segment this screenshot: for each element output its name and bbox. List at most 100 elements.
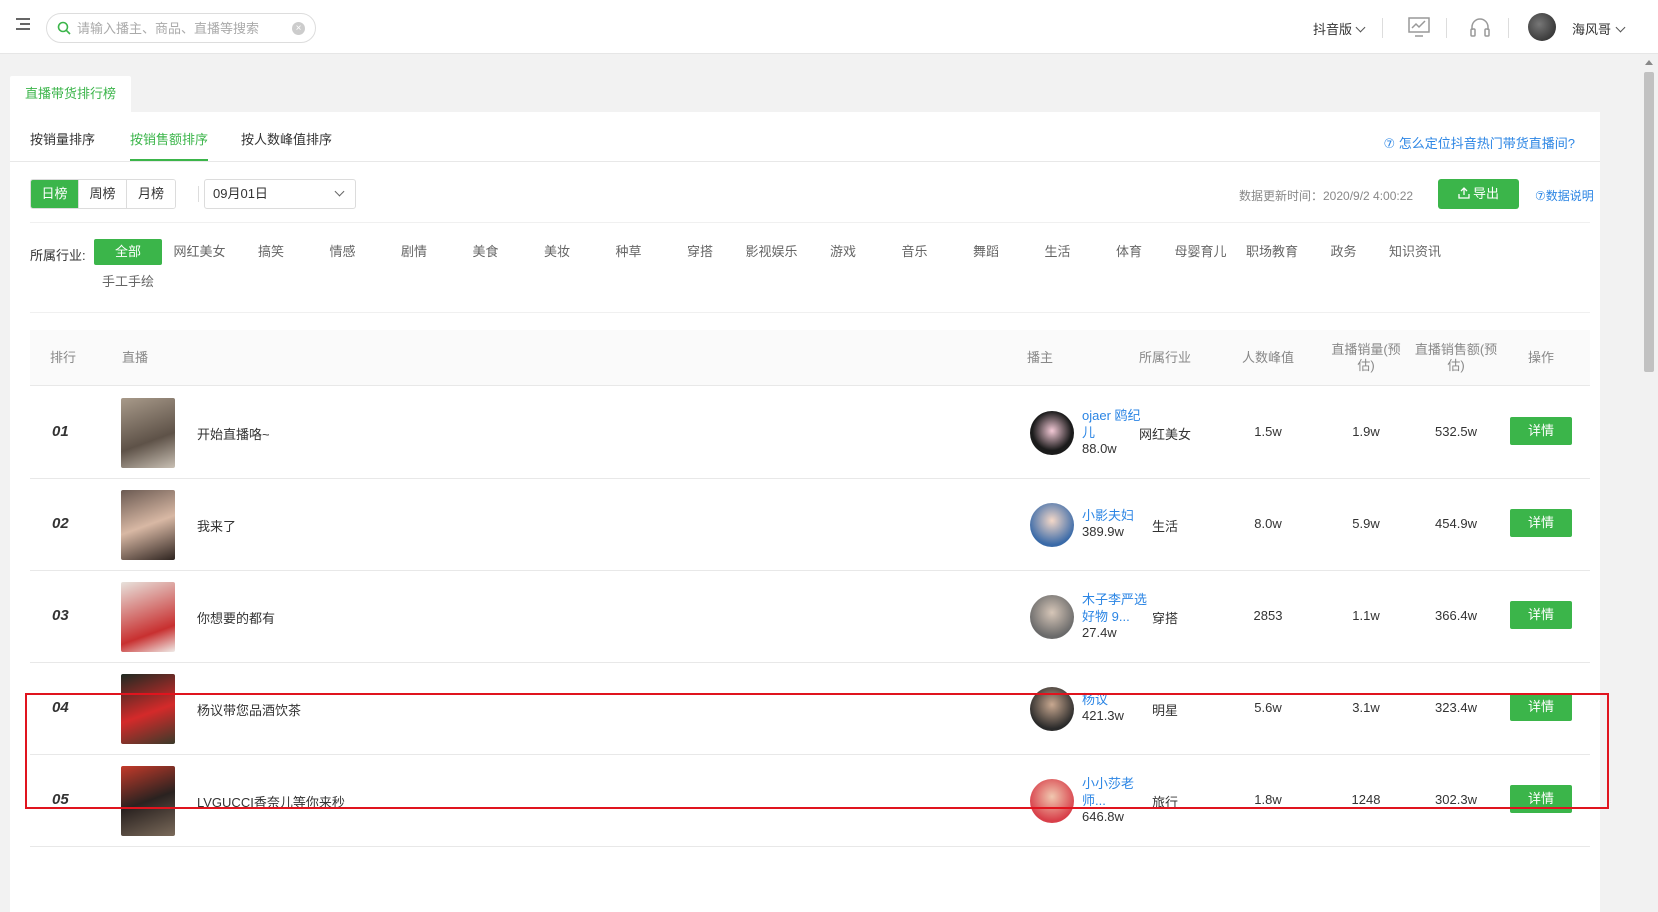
industry-cell: 生活	[1151, 519, 1178, 534]
industry-chip[interactable]: 音乐	[881, 239, 949, 265]
divider	[1382, 18, 1383, 38]
sales-volume-cell: 3.1w	[1352, 700, 1380, 715]
industry-chip[interactable]: 全部	[94, 239, 162, 265]
host-avatar[interactable]	[1030, 779, 1074, 823]
industry-chip[interactable]: 职场教育	[1238, 239, 1306, 265]
sort-tabs: 按销量排序 按销售额排序 按人数峰值排序 ⑦ 怎么定位抖音热门带货直播间?	[10, 112, 1600, 162]
table-row: 03 你想要的都有 木子李严选好物 9... 27.4w 穿搭 2853 1.1w 366.4…	[30, 571, 1590, 663]
date-select[interactable]: 09月01日	[204, 179, 356, 209]
live-thumbnail[interactable]	[121, 582, 175, 652]
host-fans: 421.3w	[1082, 708, 1124, 723]
live-title[interactable]: 开始直播咯~	[197, 424, 270, 443]
version-label: 抖音版	[1313, 22, 1353, 37]
industry-chip[interactable]: 政务	[1310, 239, 1378, 265]
divider	[30, 312, 1590, 313]
industry-chip[interactable]: 美妆	[523, 239, 591, 265]
peak-cell: 8.0w	[1254, 516, 1282, 531]
industry-chip[interactable]: 影视娱乐	[738, 239, 806, 265]
tab-sort-by-peak[interactable]: 按人数峰值排序	[241, 129, 332, 148]
sales-amount-cell: 366.4w	[1435, 608, 1477, 623]
host-fans: 88.0w	[1082, 441, 1117, 456]
live-title[interactable]: 我来了	[197, 516, 236, 535]
search-icon	[57, 21, 71, 35]
help-link[interactable]: ⑦ 怎么定位抖音热门带货直播间?	[1384, 133, 1576, 152]
detail-button[interactable]: 详情	[1510, 785, 1572, 813]
detail-button[interactable]: 详情	[1510, 509, 1572, 537]
divider	[198, 186, 199, 202]
live-title[interactable]: 你想要的都有	[197, 608, 275, 627]
rank-number: 05	[52, 791, 69, 808]
industry-chip[interactable]: 搞笑	[237, 239, 305, 265]
scroll-up-arrow-icon[interactable]	[1645, 60, 1653, 65]
industry-chip[interactable]: 手工手绘	[94, 269, 162, 295]
host-avatar[interactable]	[1030, 411, 1074, 455]
version-dropdown[interactable]: 抖音版	[1313, 19, 1366, 38]
detail-button[interactable]: 详情	[1510, 693, 1572, 721]
user-avatar[interactable]	[1528, 13, 1556, 41]
export-button[interactable]: 导出	[1438, 179, 1519, 209]
host-avatar[interactable]	[1030, 503, 1074, 547]
chevron-down-icon	[1615, 22, 1626, 33]
detail-button[interactable]: 详情	[1510, 417, 1572, 445]
menu-toggle-icon[interactable]	[16, 18, 30, 32]
date-value: 09月01日	[213, 186, 268, 201]
industry-cell: 旅行	[1151, 795, 1178, 810]
divider	[1446, 18, 1447, 38]
sales-volume-cell: 1248	[1351, 792, 1381, 807]
industry-chip[interactable]: 母婴育儿	[1167, 239, 1235, 265]
scrollbar[interactable]	[1640, 54, 1658, 912]
sales-amount-cell: 302.3w	[1435, 792, 1477, 807]
detail-button[interactable]: 详情	[1510, 601, 1572, 629]
host-fans: 389.9w	[1082, 524, 1124, 539]
headset-icon[interactable]	[1468, 16, 1492, 40]
header-host: 播主	[1026, 350, 1053, 365]
scroll-thumb[interactable]	[1644, 72, 1654, 372]
page-tab-live-ranking[interactable]: 直播带货排行榜	[10, 76, 131, 112]
monitor-chart-icon[interactable]	[1407, 16, 1431, 38]
sales-volume-cell: 1.1w	[1352, 608, 1380, 623]
industry-chip[interactable]: 网红美女	[166, 239, 234, 265]
industry-chip[interactable]: 种草	[595, 239, 663, 265]
table-row: 05 LVGUCCI香奈儿等你来秒 小小莎老师... 646.8w 旅行 1.8w 1248…	[30, 755, 1590, 847]
host-avatar[interactable]	[1030, 595, 1074, 639]
industry-chip[interactable]: 生活	[1024, 239, 1092, 265]
data-note-link[interactable]: ⑦数据说明	[1535, 187, 1594, 204]
clear-icon[interactable]: ×	[292, 22, 305, 35]
period-daily-button[interactable]: 日榜	[31, 180, 79, 208]
peak-cell: 5.6w	[1254, 700, 1282, 715]
table-row: 04 杨议带您品酒饮茶 杨议 421.3w 明星 5.6w 3.1w 323.4w 详情	[30, 663, 1590, 755]
industry-chip[interactable]: 舞蹈	[952, 239, 1020, 265]
user-menu[interactable]: 海风哥	[1572, 19, 1626, 38]
main-panel: 按销量排序 按销售额排序 按人数峰值排序 ⑦ 怎么定位抖音热门带货直播间? 日榜…	[10, 112, 1600, 912]
live-thumbnail[interactable]	[121, 398, 175, 468]
industry-chip[interactable]: 知识资讯	[1381, 239, 1449, 265]
header-sales-amount: 直播销售额(预估)	[1414, 342, 1498, 373]
tab-sort-by-volume[interactable]: 按销量排序	[30, 129, 95, 148]
industry-chip[interactable]: 剧情	[380, 239, 448, 265]
header-rank: 排行	[49, 350, 76, 365]
sales-volume-cell: 1.9w	[1352, 424, 1380, 439]
live-thumbnail[interactable]	[121, 766, 175, 836]
live-title[interactable]: LVGUCCI香奈儿等你来秒	[197, 792, 345, 811]
period-monthly-button[interactable]: 月榜	[127, 180, 175, 208]
chevron-down-icon	[334, 186, 345, 197]
live-thumbnail[interactable]	[121, 674, 175, 744]
divider	[30, 222, 1590, 223]
industry-chip[interactable]: 穿搭	[666, 239, 734, 265]
industry-chip[interactable]: 体育	[1095, 239, 1163, 265]
tab-sort-by-sales[interactable]: 按销售额排序	[130, 129, 209, 161]
period-toggle: 日榜 周榜 月榜	[30, 179, 176, 209]
search-input[interactable]	[77, 18, 277, 38]
sales-amount-cell: 532.5w	[1435, 424, 1477, 439]
live-title[interactable]: 杨议带您品酒饮茶	[197, 700, 301, 719]
period-weekly-button[interactable]: 周榜	[79, 180, 127, 208]
industry-cell: 明星	[1151, 703, 1178, 718]
rank-number: 02	[52, 515, 69, 532]
industry-chip[interactable]: 情感	[309, 239, 377, 265]
host-avatar[interactable]	[1030, 687, 1074, 731]
rank-number: 01	[52, 423, 69, 440]
live-thumbnail[interactable]	[121, 490, 175, 560]
update-time: 数据更新时间：2020/9/2 4:00:22	[1239, 189, 1414, 203]
industry-chip[interactable]: 美食	[452, 239, 520, 265]
industry-chip[interactable]: 游戏	[809, 239, 877, 265]
